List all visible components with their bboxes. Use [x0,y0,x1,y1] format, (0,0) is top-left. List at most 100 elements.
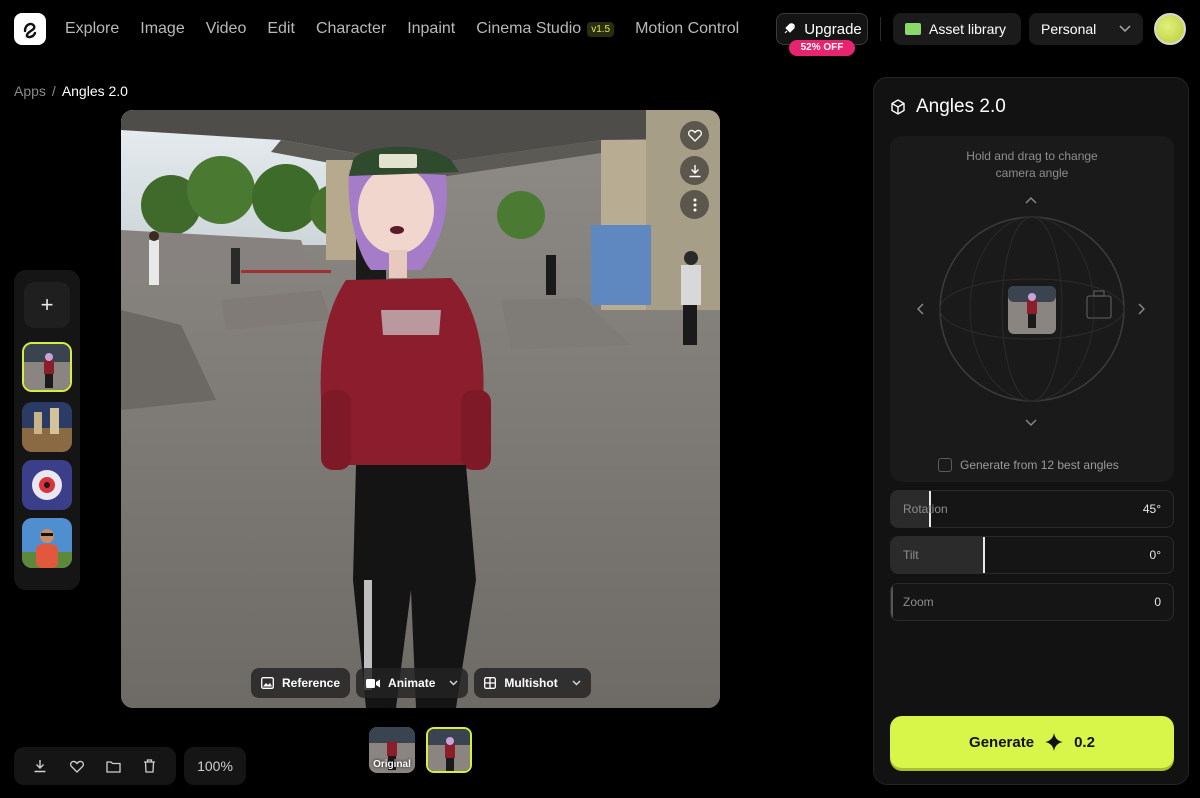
nav-character[interactable]: Character [316,20,386,38]
rotation-label: Rotation [903,502,948,516]
history-thumb-1[interactable] [22,342,72,392]
tilt-slider-handle[interactable] [983,537,986,573]
nav-inpaint[interactable]: Inpaint [407,20,455,38]
upgrade-label: Upgrade [804,20,862,38]
camera-marker [1086,295,1112,319]
generate-cost: 0.2 [1074,733,1095,751]
tilt-label: Tilt [903,548,919,562]
download-all-button[interactable] [28,754,52,778]
breadcrumb-apps[interactable]: Apps [14,83,46,99]
multishot-button[interactable]: Multishot [474,668,591,698]
eye-thumbnail [22,460,72,510]
folder-icon [106,760,121,773]
zoom-level[interactable]: 100% [184,747,246,785]
version-thumb-original[interactable]: Original [369,727,415,773]
heart-icon [69,760,84,773]
reference-label: Reference [282,676,341,690]
tilt-slider[interactable]: Tilt 0° [890,536,1174,574]
asset-library-button[interactable]: Asset library [893,13,1021,45]
bottom-toolbar [14,747,176,785]
chevron-down-icon [1025,419,1037,426]
nav-motion-control[interactable]: Motion Control [635,20,739,38]
original-label: Original [373,759,411,770]
best-angles-option[interactable]: Generate from 12 best angles [938,458,1119,472]
animate-label: Animate [388,676,436,690]
main-image-canvas[interactable] [121,110,720,708]
discount-badge: 52% OFF [789,40,855,56]
nav-explore[interactable]: Explore [65,20,119,38]
subject-preview [1008,286,1056,334]
history-thumb-3[interactable] [22,460,72,510]
best-angles-label: Generate from 12 best angles [960,458,1119,472]
tilt-up-arrow[interactable] [1025,191,1037,207]
zoom-slider[interactable]: Zoom 0 [890,583,1174,621]
multishot-chevron-icon[interactable] [572,678,581,689]
version-badge: v1.5 [587,21,615,37]
angle-hint-text: Hold and drag to change camera angle [966,149,1098,180]
trash-icon [144,759,156,773]
user-avatar[interactable] [1154,13,1186,45]
settings-panel: Angles 2.0 Hold and drag to change camer… [873,77,1189,785]
more-options-button[interactable] [680,190,709,219]
workspace-select[interactable]: Personal [1029,13,1143,45]
generate-label: Generate [969,733,1035,751]
reference-button[interactable]: Reference [251,668,351,698]
nav-divider [880,17,881,41]
logo-icon [23,22,37,39]
camera-angle-control[interactable]: Hold and drag to change camera angle Gen… [890,136,1174,482]
app-logo[interactable] [14,13,46,45]
chevron-right-icon [1138,303,1145,315]
version-thumb-current[interactable] [426,727,472,773]
panel-title-text: Angles 2.0 [916,96,1006,117]
skatepark-thumbnail [24,344,70,390]
heart-icon [687,129,702,142]
breadcrumb: Apps / Angles 2.0 [14,83,128,99]
workspace-label: Personal [1041,21,1097,37]
zoom-value: 0 [1154,595,1161,609]
image-icon [261,677,274,689]
chevron-down-icon [1119,25,1131,33]
image-toolbar: Reference Animate Multishot [251,668,591,698]
tilt-down-arrow[interactable] [1025,414,1037,430]
rocket-icon [784,23,795,34]
castle-thumbnail [22,402,72,452]
breadcrumb-current: Angles 2.0 [61,83,128,99]
nav-video[interactable]: Video [206,20,247,38]
generate-button[interactable]: Generate 0.2 [890,716,1174,768]
delete-button[interactable] [138,754,162,778]
move-to-folder-button[interactable] [101,754,125,778]
rotate-right-arrow[interactable] [1138,302,1146,318]
current-thumbnail [428,729,470,771]
rotate-left-arrow[interactable] [916,302,924,318]
rotation-slider[interactable]: Rotation 45° [890,490,1174,528]
sparkle-icon [1045,733,1064,751]
nav-image[interactable]: Image [140,20,184,38]
asset-library-label: Asset library [929,21,1007,37]
kebab-menu-icon [693,198,696,211]
download-icon [689,164,700,177]
main-nav: Explore Image Video Edit Character Inpai… [65,0,760,58]
nav-edit[interactable]: Edit [267,20,295,38]
breadcrumb-separator: / [51,83,56,99]
favorite-button[interactable] [680,121,709,150]
history-rail: + [14,270,80,590]
history-thumb-4[interactable] [22,518,72,568]
best-angles-checkbox[interactable] [938,458,952,472]
angle-hint: Hold and drag to change camera angle [890,148,1174,182]
top-nav: Explore Image Video Edit Character Inpai… [0,0,1200,58]
animate-button[interactable]: Animate [356,668,469,698]
orbit-sphere [939,216,1125,402]
download-icon [34,760,46,773]
tilt-value: 0° [1149,548,1161,562]
upgrade-area: Upgrade 52% OFF [776,13,868,56]
add-image-button[interactable]: + [24,282,70,328]
like-button[interactable] [65,754,89,778]
animate-chevron-icon[interactable] [449,678,458,689]
video-camera-icon [366,678,381,688]
nav-cinema-studio[interactable]: Cinema Studio v1.5 [476,20,615,38]
cube-icon [891,99,905,115]
history-thumb-2[interactable] [22,402,72,452]
zoom-slider-handle[interactable] [891,584,893,620]
zoom-label: Zoom [903,595,934,609]
download-button[interactable] [680,156,709,185]
